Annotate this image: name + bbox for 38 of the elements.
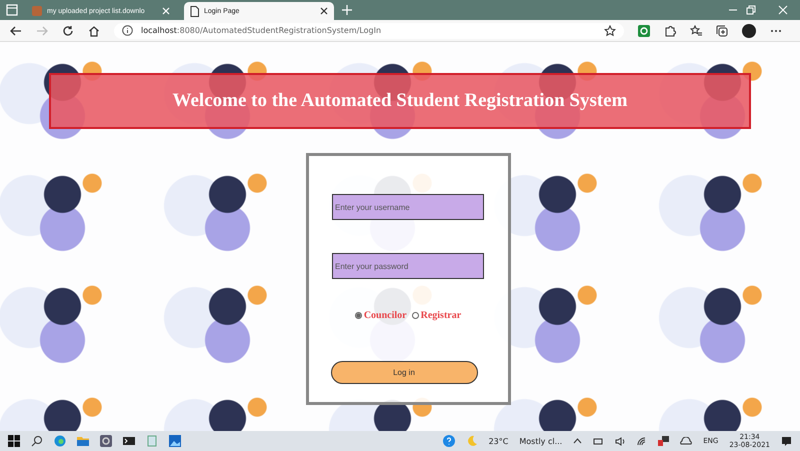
browser-app-icon[interactable]	[54, 435, 66, 447]
restore-icon[interactable]	[746, 5, 756, 15]
new-tab-icon[interactable]	[342, 5, 352, 15]
favicon-icon	[32, 6, 42, 16]
role-radio[interactable]: Registrar	[412, 310, 462, 321]
cloud-icon[interactable]	[680, 437, 692, 445]
back-icon[interactable]	[10, 24, 22, 36]
windows-start-icon[interactable]	[8, 435, 20, 447]
puzzle-icon[interactable]	[664, 24, 676, 36]
search-icon[interactable]	[31, 435, 43, 447]
temperature: 23°C	[488, 436, 508, 446]
refresh-icon[interactable]	[62, 24, 74, 36]
password-field[interactable]: Enter your password	[332, 253, 484, 279]
photos-icon[interactable]	[169, 435, 181, 447]
favorite-star-icon[interactable]	[604, 24, 616, 36]
collections-icon[interactable]	[716, 24, 728, 36]
help-icon[interactable]	[442, 435, 455, 447]
notifications-icon[interactable]	[781, 436, 792, 446]
chevron-up-icon[interactable]	[573, 438, 582, 444]
info-icon	[122, 25, 133, 36]
more-icon[interactable]	[770, 28, 782, 32]
avatar-icon[interactable]	[742, 24, 756, 38]
tab-actions-icon[interactable]	[6, 4, 18, 16]
banner-title: Welcome to the Automated Student Registration System	[172, 90, 628, 112]
home-icon[interactable]	[88, 24, 100, 36]
speaker-icon[interactable]	[615, 436, 626, 446]
terminal-icon[interactable]	[123, 435, 135, 447]
wifi-icon[interactable]	[637, 436, 648, 446]
extension-icon[interactable]	[638, 24, 650, 36]
address-bar[interactable]: localhost:8080/AutomatedStudentRegistrationSystem/LogIn	[114, 22, 624, 38]
folder-icon[interactable]	[77, 435, 89, 447]
username-field[interactable]: Enter your username	[332, 194, 484, 220]
favorites-icon[interactable]	[690, 24, 702, 36]
page-icon	[190, 6, 199, 16]
weather-text: Mostly cl...	[519, 436, 562, 446]
close-icon[interactable]	[320, 7, 328, 15]
login-button[interactable]: Log in	[330, 361, 478, 384]
app-badge-icon[interactable]	[658, 436, 670, 446]
